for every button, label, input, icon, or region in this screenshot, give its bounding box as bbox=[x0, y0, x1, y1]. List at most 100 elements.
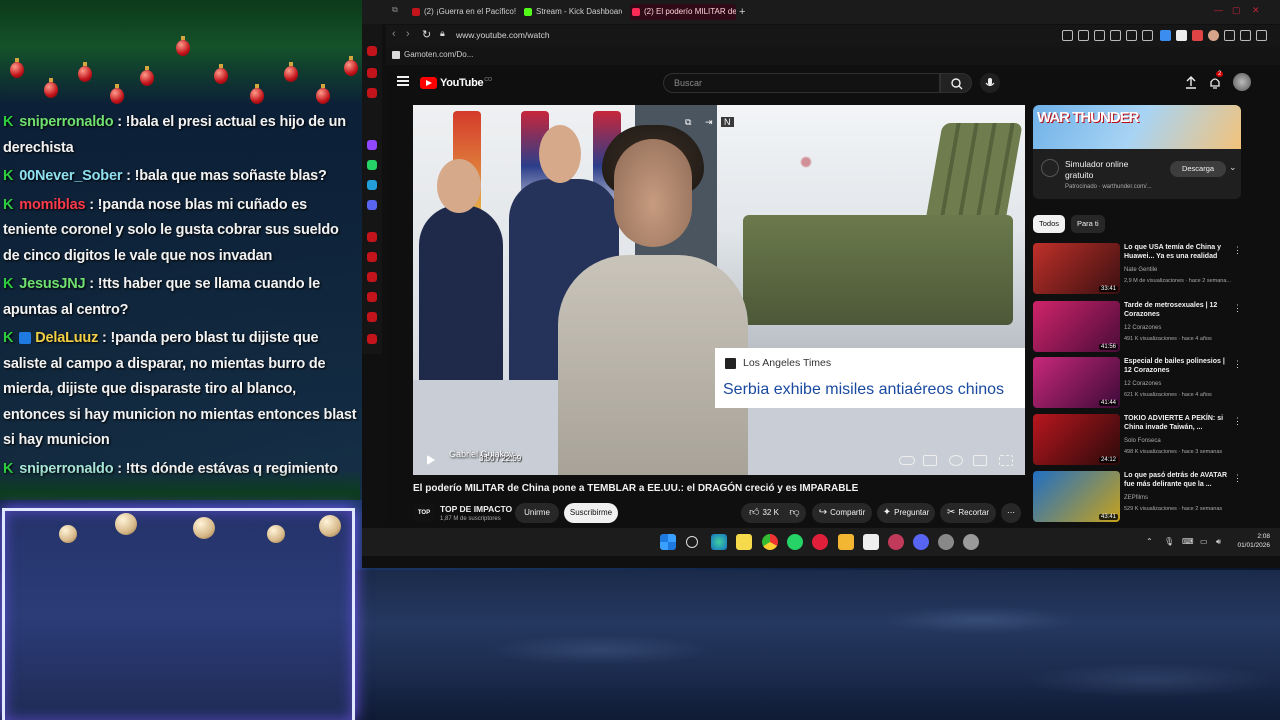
network-icon[interactable]: ▭ bbox=[1200, 537, 1208, 546]
chat-username[interactable]: DelaLuuz bbox=[35, 330, 98, 346]
download-icon[interactable] bbox=[1240, 30, 1251, 41]
related-video-channel[interactable]: ZEPfilms bbox=[1124, 495, 1148, 501]
twitch-icon[interactable] bbox=[367, 140, 377, 150]
bookmark-item[interactable]: Gamoten.com/Do... bbox=[392, 50, 473, 59]
more-options-icon[interactable]: ⋮ bbox=[1233, 303, 1242, 314]
related-video-item[interactable]: 33:41 Lo que USA temía de China y Huawei.… bbox=[1033, 243, 1242, 296]
chip-todos[interactable]: Todos bbox=[1033, 215, 1066, 233]
reload-icon[interactable]: ↻ bbox=[422, 28, 431, 41]
subtitles-icon[interactable] bbox=[923, 455, 937, 466]
notifications-button[interactable]: 2 bbox=[1208, 71, 1224, 91]
rail-download-icon[interactable] bbox=[367, 292, 377, 302]
rail-shortcut-icon[interactable] bbox=[367, 68, 377, 78]
app-icon[interactable] bbox=[888, 534, 904, 550]
discord-icon[interactable] bbox=[367, 200, 377, 210]
maximize-button[interactable]: ▢ bbox=[1232, 5, 1241, 16]
channel-name[interactable]: TOP DE IMPACTO bbox=[440, 504, 512, 514]
related-video-item[interactable]: 41:56 Tarde de metrosexuales | 12 Corazon… bbox=[1033, 301, 1242, 354]
edge-icon[interactable] bbox=[711, 534, 727, 550]
youtube-logo[interactable]: YouTube CO bbox=[420, 76, 492, 90]
enter-icon[interactable]: ⇥ bbox=[705, 117, 713, 128]
video-thumbnail[interactable]: 33:41 bbox=[1033, 243, 1120, 294]
related-video-channel[interactable]: 12 Corazones bbox=[1124, 325, 1161, 331]
related-video-channel[interactable]: 12 Corazones bbox=[1124, 381, 1161, 387]
autoplay-toggle[interactable] bbox=[899, 456, 915, 465]
related-video-item[interactable]: 24:12 TOKIO ADVIERTE A PEKÍN: si China in… bbox=[1033, 414, 1242, 467]
sponsored-ad-card[interactable]: WAR THUNDER Simulador online gratuito Pa… bbox=[1033, 105, 1241, 199]
ad-download-button[interactable]: Descarga bbox=[1170, 161, 1226, 177]
search-icon[interactable] bbox=[686, 536, 698, 548]
more-options-icon[interactable]: ⋮ bbox=[1233, 245, 1242, 256]
telegram-icon[interactable] bbox=[367, 180, 377, 190]
store-icon[interactable] bbox=[863, 534, 879, 550]
related-video-title[interactable]: Especial de bailes polinesios | 12 Coraz… bbox=[1124, 357, 1228, 375]
menu-icon[interactable] bbox=[397, 76, 409, 86]
opera-icon[interactable] bbox=[812, 534, 828, 550]
chat-username[interactable]: sniperronaldo bbox=[19, 114, 113, 130]
video-thumbnail[interactable]: 43:41 bbox=[1033, 471, 1120, 522]
search-button[interactable] bbox=[940, 73, 972, 93]
chat-username[interactable]: momiblas bbox=[19, 197, 85, 213]
chip-para-ti[interactable]: Para ti bbox=[1071, 215, 1105, 233]
clip-button[interactable]: ✂ Recortar bbox=[940, 503, 996, 523]
voice-search-button[interactable] bbox=[980, 73, 1000, 93]
chevron-up-icon[interactable]: ⌃ bbox=[1146, 537, 1153, 546]
related-video-channel[interactable]: Nate Gentile bbox=[1124, 267, 1157, 273]
zoom-icon[interactable] bbox=[1062, 30, 1073, 41]
new-tab-button[interactable]: + bbox=[739, 4, 745, 20]
url-field[interactable]: www.youtube.com/watch bbox=[456, 30, 550, 40]
rail-settings-icon[interactable] bbox=[367, 334, 377, 344]
more-options-icon[interactable]: ⋮ bbox=[1233, 416, 1242, 427]
extension-icon[interactable] bbox=[1094, 30, 1105, 41]
heart-icon[interactable] bbox=[1142, 30, 1153, 41]
related-video-channel[interactable]: Solo Fonseca bbox=[1124, 438, 1161, 444]
share-button[interactable]: ↪ Compartir bbox=[812, 503, 872, 523]
video-player[interactable]: Los Angeles Times Serbia exhibe misiles … bbox=[413, 105, 1025, 475]
chrome-icon[interactable] bbox=[762, 534, 778, 550]
ai-icon[interactable] bbox=[1256, 30, 1267, 41]
extension-icon[interactable] bbox=[1078, 30, 1089, 41]
tab-guerra[interactable]: (2) ¡Guerra en el Pacífico! bbox=[410, 4, 516, 20]
rail-shortcut-icon[interactable] bbox=[367, 46, 377, 56]
volume-icon[interactable]: 🔊︎ bbox=[1216, 537, 1221, 547]
join-button[interactable]: Unirme bbox=[515, 503, 559, 523]
play-icon[interactable] bbox=[1126, 30, 1137, 41]
account-avatar[interactable] bbox=[1233, 73, 1251, 91]
microphone-icon[interactable]: 🎙︎ bbox=[1164, 537, 1174, 546]
discord-icon[interactable] bbox=[913, 534, 929, 550]
related-video-title[interactable]: Tarde de metrosexuales | 12 Corazones bbox=[1124, 301, 1228, 319]
related-video-item[interactable]: 43:41 Lo que pasó detrás de AVATAR fue má… bbox=[1033, 471, 1242, 524]
extension-icon[interactable] bbox=[1110, 30, 1121, 41]
tab-actions-icon[interactable]: ⧉ bbox=[392, 5, 398, 15]
cast-icon[interactable]: ⧉ bbox=[685, 117, 691, 128]
whatsapp-icon[interactable] bbox=[787, 534, 803, 550]
rail-history-icon[interactable] bbox=[367, 232, 377, 242]
tab-el-poderio-militar[interactable]: (2) El poderío MILITAR de bbox=[630, 4, 736, 20]
profile-avatar[interactable] bbox=[1208, 30, 1219, 41]
obs-icon[interactable] bbox=[963, 534, 979, 550]
related-video-item[interactable]: 41:44 Especial de bailes polinesios | 12 … bbox=[1033, 357, 1242, 410]
tab-kick-dashboard[interactable]: Stream - Kick Dashboard bbox=[522, 4, 622, 20]
related-video-title[interactable]: Lo que USA temía de China y Huawei... Ya… bbox=[1124, 243, 1228, 261]
play-icon[interactable] bbox=[427, 455, 435, 465]
rail-bookmark-icon[interactable] bbox=[367, 252, 377, 262]
system-clock[interactable]: 2:08 01/01/2026 bbox=[1237, 532, 1270, 550]
related-video-title[interactable]: Lo que pasó detrás de AVATAR fue más del… bbox=[1124, 471, 1228, 489]
rail-shortcut-icon[interactable] bbox=[367, 88, 377, 98]
start-icon[interactable] bbox=[660, 534, 676, 550]
video-thumbnail[interactable]: 24:12 bbox=[1033, 414, 1120, 465]
more-actions-button[interactable]: ⋯ bbox=[1001, 503, 1021, 523]
subscribe-button[interactable]: Suscribirme bbox=[564, 503, 618, 523]
more-options-icon[interactable]: ⋮ bbox=[1233, 473, 1242, 484]
sticky-notes-icon[interactable] bbox=[736, 534, 752, 550]
close-window-button[interactable]: ✕ bbox=[1252, 5, 1260, 16]
chat-username[interactable]: 00Never_Sober bbox=[19, 168, 122, 184]
upload-icon[interactable] bbox=[1184, 75, 1198, 91]
minimize-button[interactable]: — bbox=[1214, 5, 1223, 15]
dislike-button[interactable]: 👎︎ bbox=[786, 503, 806, 523]
whatsapp-icon[interactable] bbox=[367, 160, 377, 170]
extension-icon[interactable] bbox=[1192, 30, 1203, 41]
chat-username[interactable]: JesusJNJ bbox=[19, 276, 85, 292]
back-icon[interactable]: ‹ bbox=[392, 28, 396, 40]
miniplayer-icon[interactable] bbox=[973, 455, 987, 466]
